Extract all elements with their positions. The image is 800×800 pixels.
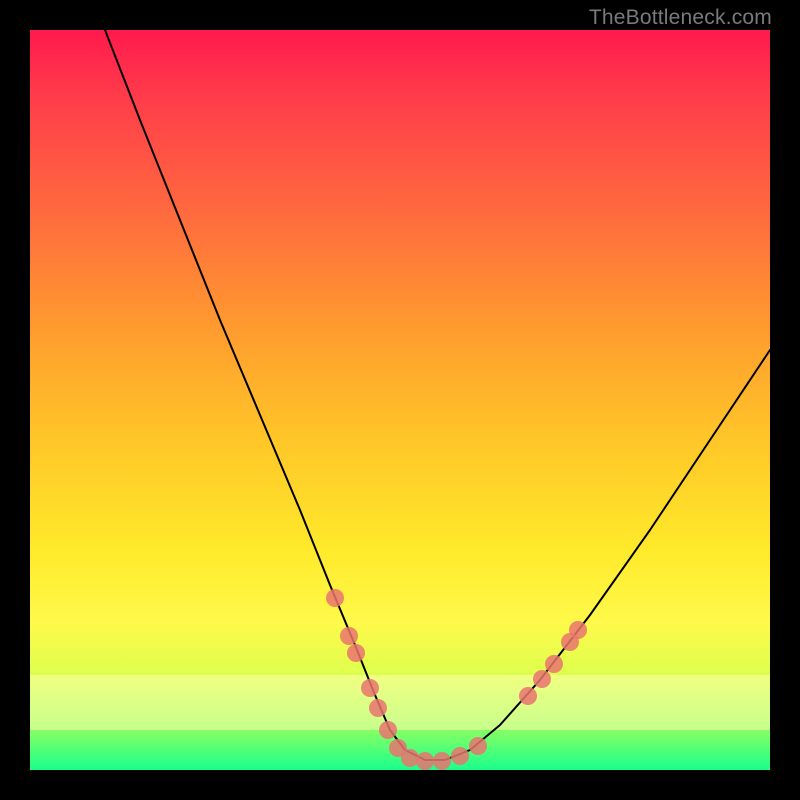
highlighted-points xyxy=(326,589,587,770)
watermark-text: TheBottleneck.com xyxy=(589,6,772,30)
outer-frame: TheBottleneck.com xyxy=(0,0,800,800)
chart-svg xyxy=(30,30,770,770)
bottleneck-curve xyxy=(105,30,770,760)
